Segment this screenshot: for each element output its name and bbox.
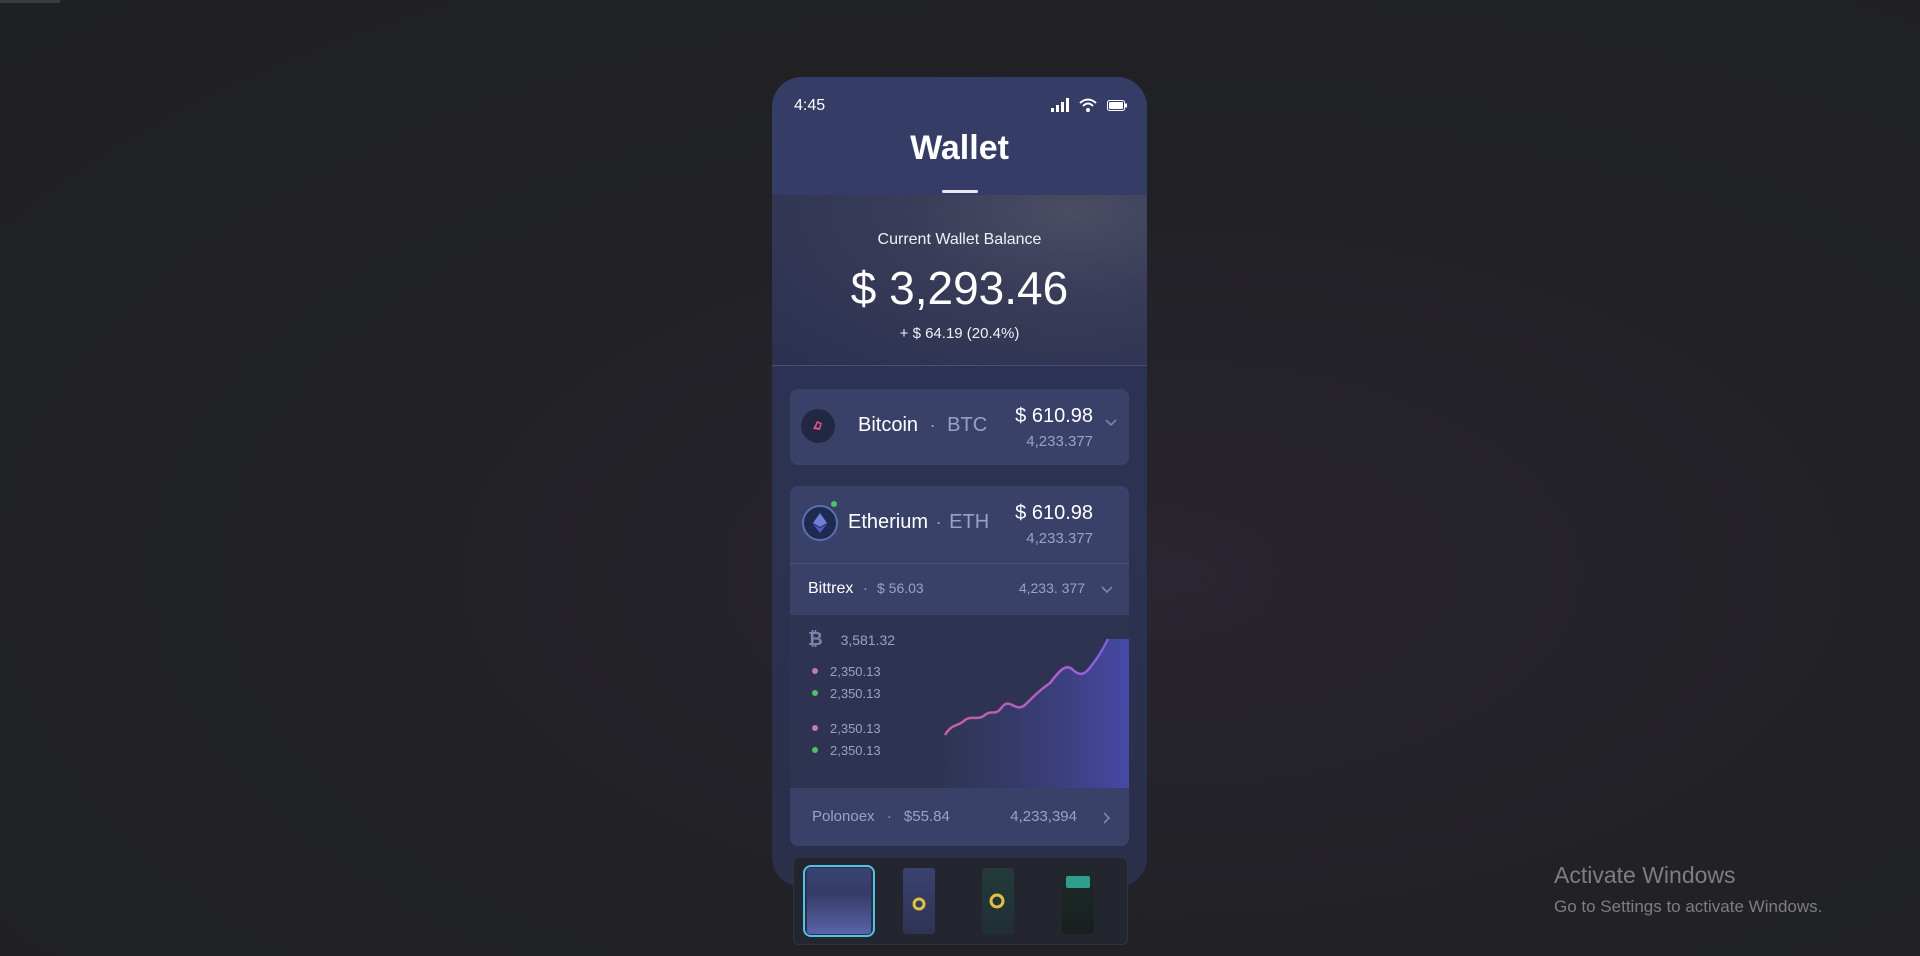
title-underline [942, 190, 978, 193]
balance-change: + $ 64.19 (20.4%) [899, 325, 1020, 342]
exchange-name: Polonoex [812, 808, 875, 825]
legend-item: 2,350.13 [808, 717, 881, 739]
area-chart [943, 638, 1129, 788]
thumbnail-3[interactable] [964, 867, 1032, 935]
windows-activation-notice: Activate Windows Go to Settings to activ… [1554, 862, 1822, 917]
coin-card-etherium: Etherium · ETH $ 610.98 4,233.377 Bittre… [790, 486, 1129, 846]
thumbnail-4[interactable] [1044, 867, 1112, 935]
legend-item: 2,350.13 [808, 660, 881, 682]
top-value-text: 3,581.32 [840, 632, 896, 648]
price-chart: ₿ 3,581.32 2,350.13 2,350.13 2,350.13 2,… [790, 615, 1129, 788]
chart-legend-group-2: 2,350.13 2,350.13 [808, 717, 881, 761]
legend-dot [812, 725, 818, 731]
bitcoin-icon [801, 409, 835, 443]
battery-icon [1107, 99, 1127, 111]
coin-separator: · [929, 415, 936, 435]
balance-label: Current Wallet Balance [877, 231, 1042, 248]
coin-name: Etherium · ETH [848, 511, 989, 534]
thumbnail-2[interactable] [885, 867, 953, 935]
page-title: Wallet [910, 129, 1009, 167]
area-fill [945, 639, 1129, 788]
exchange-row-bittrex[interactable]: Bittrex · $ 56.03 4,233. 377 [790, 563, 1129, 616]
exchange-separator: · [886, 808, 892, 825]
coin-row[interactable]: Bitcoin · BTC $ 610.98 4,233.377 [790, 389, 1129, 465]
chart-legend-group-1: 2,350.13 2,350.13 [808, 660, 881, 704]
thumbnail-preview [807, 868, 871, 934]
legend-dot [812, 747, 818, 753]
legend-value: 2,350.13 [830, 663, 881, 679]
coin-symbol: BTC [947, 414, 988, 436]
window-top-strip [0, 0, 60, 3]
coin-separator: · [935, 512, 942, 532]
balance-amount: $ 3,293.46 [850, 262, 1069, 314]
exchange-quantity: 4,233. 377 [1018, 580, 1085, 596]
exchange-summary: Polonoex · $55.84 [812, 808, 950, 825]
chevron-down-icon[interactable] [1105, 419, 1117, 427]
status-dot-icon [831, 501, 837, 507]
donut-chart-icon [989, 893, 1005, 909]
chart-top-value: ₿ 3,581.32 [808, 629, 895, 650]
coin-quantity: 4,233.377 [1026, 433, 1093, 450]
coin-name-text: Etherium [848, 511, 929, 533]
legend-value: 2,350.13 [830, 742, 881, 758]
legend-item: 2,350.13 [808, 739, 881, 761]
legend-item: 2,350.13 [808, 682, 881, 704]
signal-icon [1051, 98, 1069, 112]
legend-value: 2,350.13 [830, 685, 881, 701]
status-icons [1051, 98, 1127, 112]
bitcoin-symbol-icon: ₿ [808, 629, 823, 649]
phone-frame: 4:45 Wallet Current Wallet Balance $ 3,2… [772, 77, 1147, 887]
thumbnail-1[interactable] [803, 865, 875, 937]
balance-panel: Current Wallet Balance $ 3,293.46 + $ 64… [772, 195, 1147, 366]
coin-row[interactable]: Etherium · ETH $ 610.98 4,233.377 [790, 486, 1129, 563]
thumbnail-card [1066, 876, 1090, 888]
donut-chart-icon [912, 897, 926, 911]
legend-dot [812, 668, 818, 674]
coin-quantity: 4,233.377 [1026, 530, 1093, 547]
chevron-right-icon[interactable] [1103, 812, 1111, 824]
exchange-value: $ 56.03 [877, 580, 924, 596]
coin-name-text: Bitcoin [858, 414, 919, 436]
thumbnail-preview [903, 868, 935, 934]
coin-value: $ 610.98 [1015, 502, 1093, 524]
coin-value: $ 610.98 [1015, 405, 1093, 427]
coin-symbol: ETH [949, 511, 990, 533]
thumbnail-preview [982, 868, 1014, 934]
legend-value: 2,350.13 [830, 720, 881, 736]
exchange-quantity: 4,233,394 [1010, 808, 1077, 825]
activation-subtitle: Go to Settings to activate Windows. [1554, 897, 1823, 916]
status-bar: 4:45 [772, 77, 1147, 127]
activation-title: Activate Windows [1554, 862, 1736, 888]
thumbnail-preview [1062, 868, 1094, 934]
coin-card-bitcoin[interactable]: Bitcoin · BTC $ 610.98 4,233.377 [790, 389, 1129, 465]
legend-dot [812, 690, 818, 696]
exchange-value: $55.84 [903, 808, 950, 825]
screen-thumbnail-strip [793, 857, 1128, 945]
exchange-separator: · [863, 580, 868, 597]
status-time: 4:45 [794, 97, 826, 114]
ethereum-icon [802, 505, 838, 541]
chevron-down-icon[interactable] [1101, 586, 1113, 594]
exchange-name: Bittrex [808, 580, 854, 597]
coin-name: Bitcoin · BTC [858, 414, 987, 437]
exchange-row-polonoex[interactable]: Polonoex · $55.84 4,233,394 [790, 788, 1129, 846]
wifi-icon [1079, 98, 1097, 112]
